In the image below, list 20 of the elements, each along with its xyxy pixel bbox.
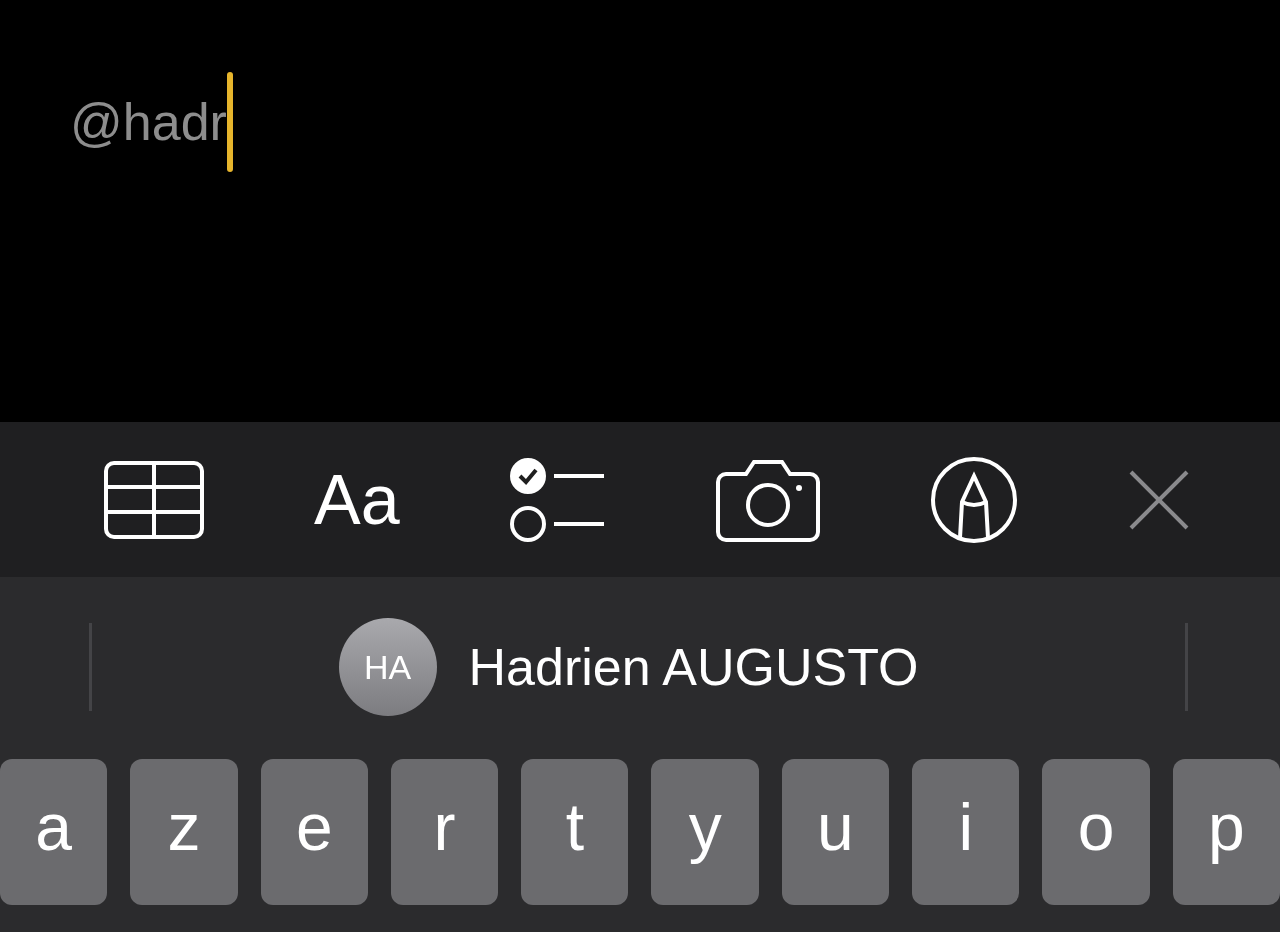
table-icon[interactable] xyxy=(104,460,204,539)
close-icon[interactable] xyxy=(1127,468,1190,531)
keyboard-key[interactable]: t xyxy=(521,759,629,905)
note-text[interactable]: @hadr xyxy=(70,92,227,152)
keyboard-key[interactable]: z xyxy=(130,759,238,905)
mention-suggestion[interactable]: HA Hadrien AUGUSTO xyxy=(338,618,919,716)
camera-icon[interactable] xyxy=(715,457,820,542)
text-format-button[interactable]: Aa xyxy=(314,459,400,540)
avatar-initials: HA xyxy=(338,618,437,716)
keyboard-key[interactable]: r xyxy=(390,759,499,905)
contact-name: Hadrien AUGUSTO xyxy=(468,637,919,697)
keyboard-key[interactable]: p xyxy=(1172,759,1280,905)
keyboard-key[interactable]: a xyxy=(0,759,108,905)
keyboard-key[interactable]: e xyxy=(260,759,368,905)
keyboard-key[interactable]: o xyxy=(1042,759,1150,905)
checklist-icon[interactable] xyxy=(509,457,606,542)
pen-tip-icon[interactable] xyxy=(929,455,1018,544)
keyboard-key[interactable]: y xyxy=(651,759,759,905)
keyboard-key[interactable]: i xyxy=(912,759,1020,905)
keyboard-key[interactable]: u xyxy=(781,759,890,905)
